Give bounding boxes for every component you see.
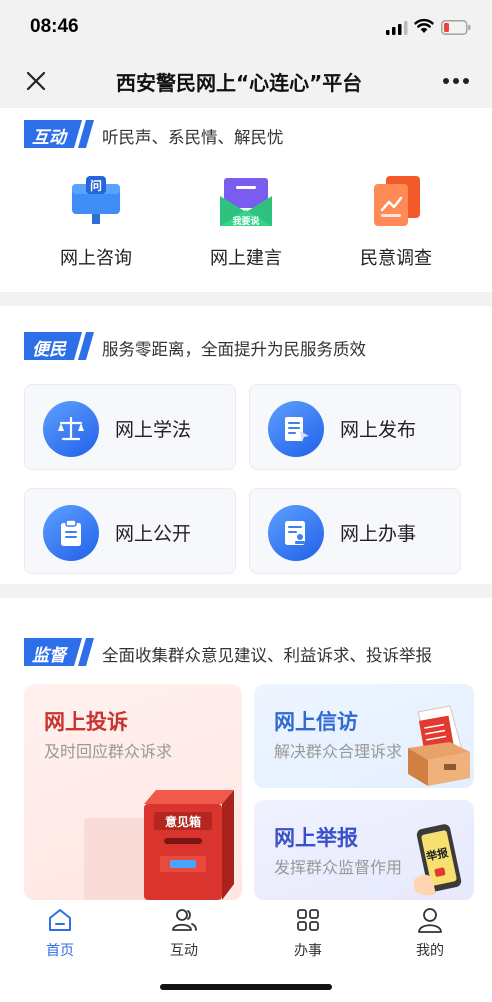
complaint-title: 网上投诉 (44, 710, 128, 734)
supervise-section: 监督 全面收集群众意见建议、利益诉求、投诉举报 网上投诉 及时回应群众诉求 意见… (0, 598, 492, 902)
interact-section: 互动 听民声、系民情、解民忧 问 网上咨询 我要说 网上建言 民意调查 (0, 108, 492, 292)
convenience-tag: 便民 (24, 332, 96, 360)
home-icon (49, 909, 71, 931)
page-title: 西安警民网上“心连心”平台 (116, 71, 363, 95)
status-time: 08:46 (30, 16, 79, 37)
svg-text:我要说: 我要说 (232, 215, 259, 227)
svg-text:意见箱: 意见箱 (165, 814, 201, 829)
suggestion-box-icon: 意见箱 (84, 790, 234, 900)
report-phone-icon: 举报 (414, 824, 462, 896)
battery-low-icon (441, 20, 471, 35)
tab-mine[interactable]: 我的 (390, 906, 470, 960)
document-box-icon (408, 705, 470, 786)
scale-icon (43, 401, 99, 457)
interact-subtitle: 听民声、系民情、解民忧 (102, 128, 284, 147)
convenience-section: 便民 服务零距离，全面提升为民服务质效 网上学法 网上发布 网上公开 网上办事 (0, 306, 492, 584)
home-indicator (160, 984, 332, 990)
svg-text:问: 问 (90, 178, 102, 193)
suggestion-icon: 我要说 (220, 178, 272, 227)
clipboard-icon (43, 505, 99, 561)
report-tile[interactable]: 网上举报 发挥群众监督作用 举报 (254, 800, 474, 900)
cellular-signal-icon (386, 21, 408, 35)
petition-title: 网上信访 (274, 710, 358, 734)
tab-interact[interactable]: 互动 (144, 906, 224, 960)
document-stamp-icon (268, 505, 324, 561)
report-desc: 发挥群众监督作用 (274, 858, 403, 877)
more-options-icon[interactable] (441, 76, 471, 86)
grid-icon (297, 909, 319, 931)
tab-affairs[interactable]: 办事 (268, 906, 348, 960)
nav-bar: 西安警民网上“心连心”平台 (0, 54, 492, 108)
supervise-subtitle: 全面收集群众意见建议、利益诉求、投诉举报 (102, 646, 432, 665)
complaint-tile[interactable]: 网上投诉 及时回应群众诉求 意见箱 (24, 684, 242, 900)
consult-item[interactable]: 问 网上咨询 (31, 174, 161, 270)
petition-tile[interactable]: 网上信访 解决群众合理诉求 (254, 684, 474, 788)
handle-affairs-button[interactable]: 网上办事 (249, 488, 461, 574)
person-icon (418, 908, 442, 933)
study-law-button[interactable]: 网上学法 (24, 384, 236, 470)
interact-tag: 互动 (24, 120, 96, 148)
publish-icon (268, 401, 324, 457)
convenience-subtitle: 服务零距离，全面提升为民服务质效 (102, 340, 366, 359)
status-bar: 08:46 (0, 0, 492, 54)
complaint-desc: 及时回应群众诉求 (44, 742, 173, 761)
consult-icon: 问 (72, 176, 120, 224)
users-icon (172, 909, 197, 931)
tab-home[interactable]: 首页 (20, 906, 100, 960)
public-info-button[interactable]: 网上公开 (24, 488, 236, 574)
supervise-tag: 监督 (24, 638, 96, 666)
publish-button[interactable]: 网上发布 (249, 384, 461, 470)
survey-icon (374, 176, 420, 226)
petition-desc: 解决群众合理诉求 (274, 742, 403, 761)
wifi-icon (414, 18, 434, 33)
report-title: 网上举报 (274, 826, 358, 850)
close-icon[interactable] (24, 69, 48, 93)
survey-item[interactable]: 民意调查 (331, 174, 461, 270)
suggestion-item[interactable]: 我要说 网上建言 (181, 174, 311, 270)
